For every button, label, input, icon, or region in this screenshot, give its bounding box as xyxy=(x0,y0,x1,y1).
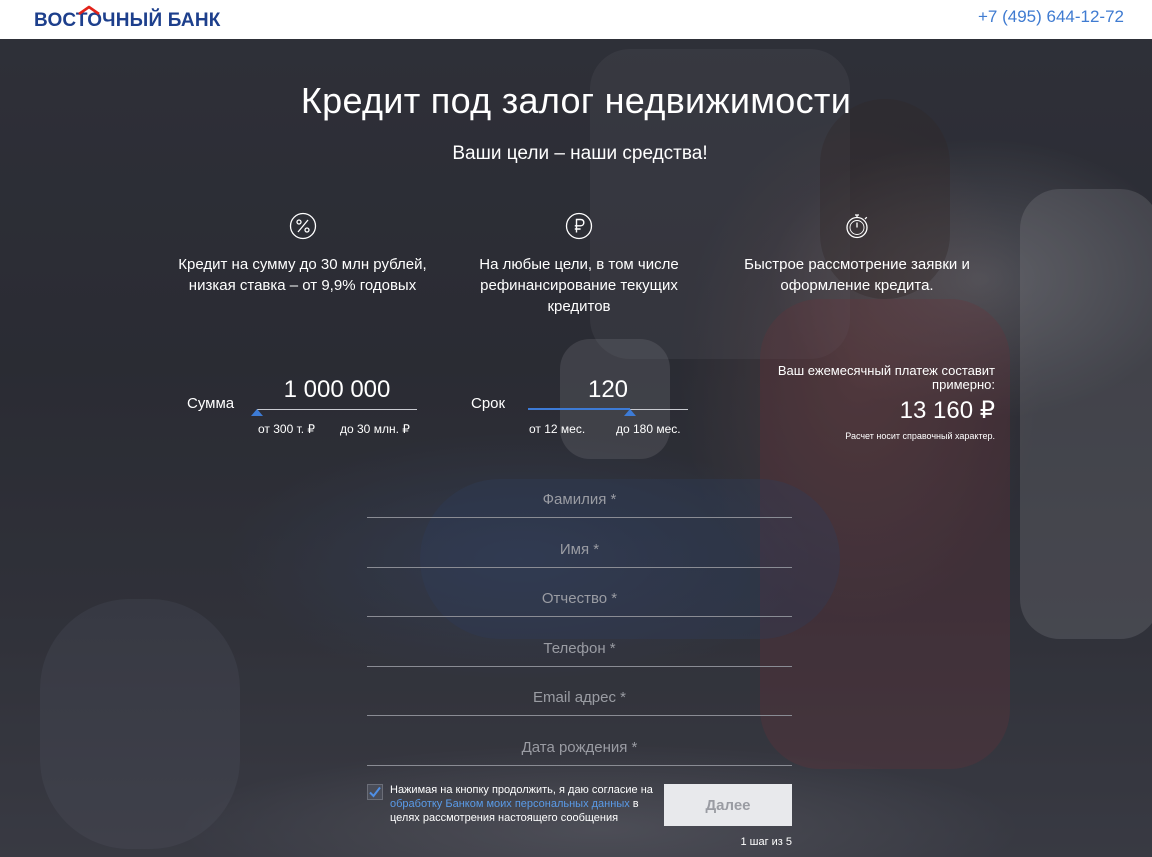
feature-text-line: оформление кредита. xyxy=(780,277,934,294)
payment-caption-line: примерно: xyxy=(932,377,995,392)
email-field[interactable] xyxy=(367,680,792,716)
logo-text: ВОСТОЧНЫЙ БАНК xyxy=(34,10,221,31)
feature-text-line: Быстрое рассмотрение заявки и xyxy=(744,256,970,273)
feature-text-line: На любые цели, в том числе xyxy=(479,256,679,273)
consent-text-part: в xyxy=(629,798,639,810)
phone-field[interactable] xyxy=(367,631,792,667)
bank-logo[interactable]: ВОСТОЧНЫЙ БАНК xyxy=(34,5,221,32)
feature-text-line: низкая ставка – от 9,9% годовых xyxy=(188,277,417,294)
birth-date-field[interactable] xyxy=(367,730,792,766)
surname-field[interactable] xyxy=(367,482,792,518)
payment-caption: Ваш ежемесячный платеж составит примерно… xyxy=(740,364,995,392)
ruble-icon xyxy=(565,212,593,240)
phone-link[interactable]: +7 (495) 644-12-72 xyxy=(978,7,1124,27)
feature-text-line: рефинансирование текущих xyxy=(480,277,678,294)
term-value[interactable]: 120 xyxy=(528,376,688,404)
amount-value[interactable]: 1 000 000 xyxy=(257,376,417,404)
feature-text-line: кредитов xyxy=(547,298,611,315)
consent-text: Нажимая на кнопку продолжить, я даю согл… xyxy=(390,783,665,825)
term-min-label: от 12 мес. xyxy=(529,422,586,436)
consent-text-part: Нажимая на кнопку продолжить, я даю согл… xyxy=(390,784,653,796)
feature-text-line: Кредит на сумму до 30 млн рублей, xyxy=(178,256,427,273)
payment-value: 13 160 ₽ xyxy=(899,397,995,424)
feature-low-rate: Кредит на сумму до 30 млн рублей, низкая… xyxy=(160,212,445,296)
term-slider-fill xyxy=(528,408,631,410)
personal-data-link[interactable]: обработку Банком моих персональных данны… xyxy=(390,798,630,810)
term-label: Срок xyxy=(471,395,506,412)
amount-label: Сумма xyxy=(187,395,235,412)
payment-caption-line: Ваш ежемесячный платеж составит xyxy=(777,363,995,378)
next-button[interactable]: Далее xyxy=(664,784,792,826)
consent-text-part: целях рассмотрения настоящего сообщения xyxy=(390,812,619,824)
feature-any-purpose: На любые цели, в том числе рефинансирова… xyxy=(450,212,708,317)
stopwatch-icon xyxy=(846,214,868,239)
amount-slider-track[interactable] xyxy=(257,409,417,410)
patronymic-field[interactable] xyxy=(367,581,792,617)
top-bar: ВОСТОЧНЫЙ БАНК +7 (495) 644-12-72 xyxy=(0,0,1152,39)
amount-min-label: от 300 т. ₽ xyxy=(258,422,316,436)
page-subtitle: Ваши цели – наши средства! xyxy=(452,143,708,164)
checkmark-icon xyxy=(369,786,381,798)
term-max-label: до 180 мес. xyxy=(616,422,681,436)
page-title: Кредит под залог недвижимости xyxy=(300,80,852,121)
feature-fast-review: Быстрое рассмотрение заявки и оформление… xyxy=(712,212,1002,296)
logo-roof-icon xyxy=(78,5,100,15)
payment-note: Расчет носит справочный характер. xyxy=(845,431,995,441)
consent-checkbox[interactable] xyxy=(367,784,383,800)
term-slider-handle[interactable] xyxy=(624,409,637,416)
step-indicator: 1 шаг из 5 xyxy=(740,836,792,848)
percent-icon xyxy=(289,212,316,240)
amount-max-label: до 30 млн. ₽ xyxy=(340,422,410,436)
amount-slider-handle[interactable] xyxy=(251,409,263,416)
first-name-field[interactable] xyxy=(367,532,792,568)
